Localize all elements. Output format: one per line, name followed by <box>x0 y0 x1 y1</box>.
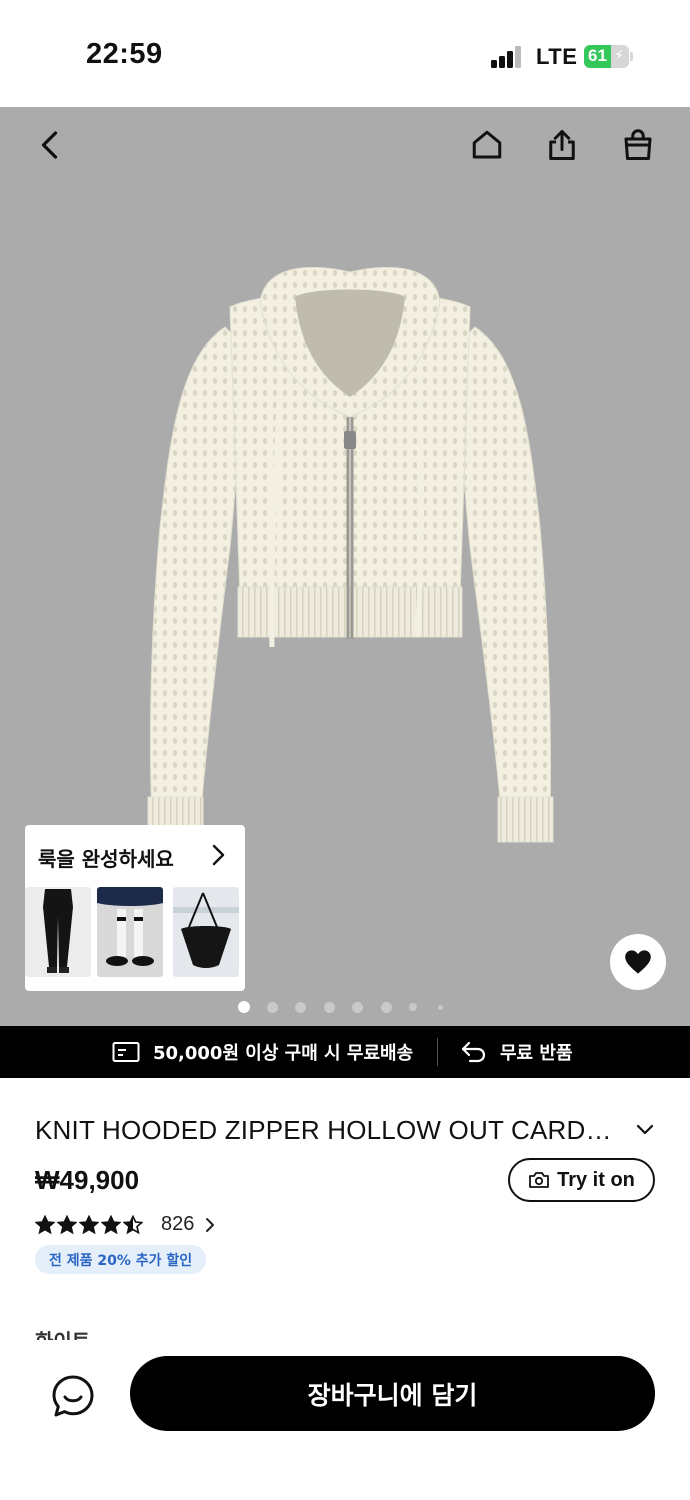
shipping-banner: 50,000원 이상 구매 시 무료배송 무료 반품 <box>0 1026 690 1078</box>
battery-icon: 61 ⚡ <box>584 45 629 68</box>
product-title: KNIT HOODED ZIPPER HOLLOW OUT CARDIGAN <box>35 1115 615 1145</box>
free-return-info: 무료 반품 <box>460 1039 573 1065</box>
status-bar: 22:59 LTE 61 ⚡ <box>0 0 690 107</box>
look-item-thumbnail[interactable] <box>97 887 163 977</box>
complete-the-look-card[interactable]: 룩을 완성하세요 <box>25 825 245 991</box>
battery-level: 61 <box>588 46 607 65</box>
try-it-on-button[interactable]: Try it on <box>508 1158 655 1202</box>
pagination-dot <box>352 1001 363 1013</box>
share-button[interactable] <box>537 120 587 170</box>
black-bag-image <box>173 887 239 977</box>
pagination-dot <box>409 1003 417 1011</box>
pagination-dot <box>437 1004 443 1010</box>
chat-icon[interactable] <box>50 1373 96 1419</box>
try-it-on-label: Try it on <box>557 1168 635 1191</box>
status-time: 22:59 <box>86 38 163 70</box>
pagination-dot <box>295 1001 306 1013</box>
product-gallery[interactable]: 룩을 완성하세요 <box>0 107 690 1026</box>
wishlist-button[interactable] <box>610 934 666 990</box>
free-shipping-info: 50,000원 이상 구매 시 무료배송 <box>112 1039 413 1065</box>
star-full-icon <box>57 1214 77 1234</box>
product-image <box>147 267 554 843</box>
camera-icon <box>529 1172 549 1188</box>
return-icon <box>461 1041 486 1063</box>
look-item-thumbnail[interactable] <box>25 887 91 977</box>
battery-cap <box>630 52 633 61</box>
card-icon <box>112 1042 140 1062</box>
star-full-icon <box>35 1214 55 1234</box>
promo-badge: 전 제품 20% 추가 할인 <box>35 1245 207 1274</box>
rating-summary[interactable]: 826 <box>35 1213 218 1236</box>
chevron-right-icon <box>212 844 225 866</box>
pagination-dot <box>323 1001 335 1013</box>
look-card-title: 룩을 완성하세요 <box>38 847 174 871</box>
signal-icon <box>491 46 523 68</box>
free-shipping-text: 50,000원 이상 구매 시 무료배송 <box>153 1043 414 1064</box>
back-button[interactable] <box>26 120 76 170</box>
star-rating <box>35 1214 145 1235</box>
home-button[interactable] <box>462 120 512 170</box>
black-pants-image <box>25 887 91 977</box>
pagination-dot <box>266 1001 278 1013</box>
shopping-bag-icon <box>624 129 652 160</box>
socks-shoes-image <box>97 887 163 977</box>
star-full-icon <box>79 1214 99 1234</box>
pagination-dot <box>380 1001 392 1013</box>
network-label: LTE <box>536 44 578 69</box>
add-to-cart-button[interactable]: 장바구니에 담기 <box>130 1356 655 1431</box>
bag-button[interactable] <box>613 120 663 170</box>
review-count: 826 <box>161 1213 195 1235</box>
charging-icon: ⚡ <box>614 48 624 64</box>
chevron-down-icon[interactable] <box>632 1118 658 1142</box>
bottom-action-bar: 장바구니에 담기 <box>0 1340 690 1500</box>
home-icon <box>472 130 502 159</box>
pagination-dot <box>238 1001 250 1013</box>
look-item-thumbnail[interactable] <box>173 887 239 977</box>
share-icon <box>549 130 575 160</box>
heart-icon <box>625 950 651 974</box>
free-return-text: 무료 반품 <box>500 1043 573 1064</box>
product-price: ₩49,900 <box>35 1165 140 1195</box>
chevron-left-icon <box>41 131 58 159</box>
banner-divider <box>437 1038 438 1066</box>
star-half-icon <box>123 1214 143 1234</box>
chevron-right-icon <box>206 1217 215 1232</box>
star-full-icon <box>101 1214 121 1234</box>
